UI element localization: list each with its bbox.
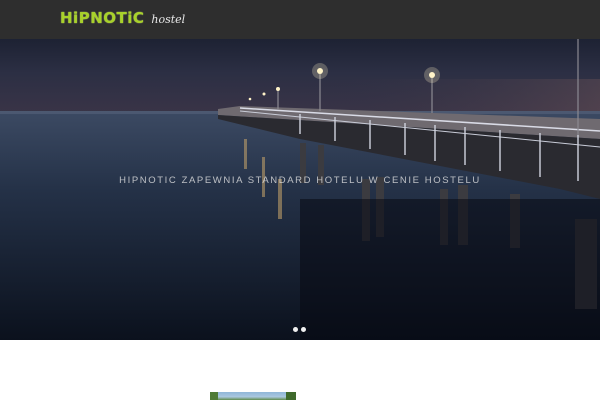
- hero-caption: HIPNOTIC ZAPEWNIA STANDARD HOTELU W CENI…: [119, 175, 481, 186]
- site-logo[interactable]: HiPNOTiC hostel: [60, 9, 185, 31]
- thumbnail-foliage-left: [210, 392, 218, 400]
- content-thumbnail-image[interactable]: [210, 392, 296, 400]
- slider-dot-1[interactable]: [293, 327, 298, 332]
- logo-wordmark: HiPNOTiC: [60, 9, 145, 27]
- hero-pier-image: [0, 39, 600, 340]
- thumbnail-foliage-right: [286, 392, 296, 400]
- slider-dots: [293, 327, 306, 332]
- hero-slider: HIPNOTIC ZAPEWNIA STANDARD HOTELU W CENI…: [0, 39, 600, 340]
- logo-subtitle: hostel: [151, 13, 186, 26]
- header-bar: HiPNOTiC hostel: [0, 0, 600, 39]
- slider-dot-2[interactable]: [301, 327, 306, 332]
